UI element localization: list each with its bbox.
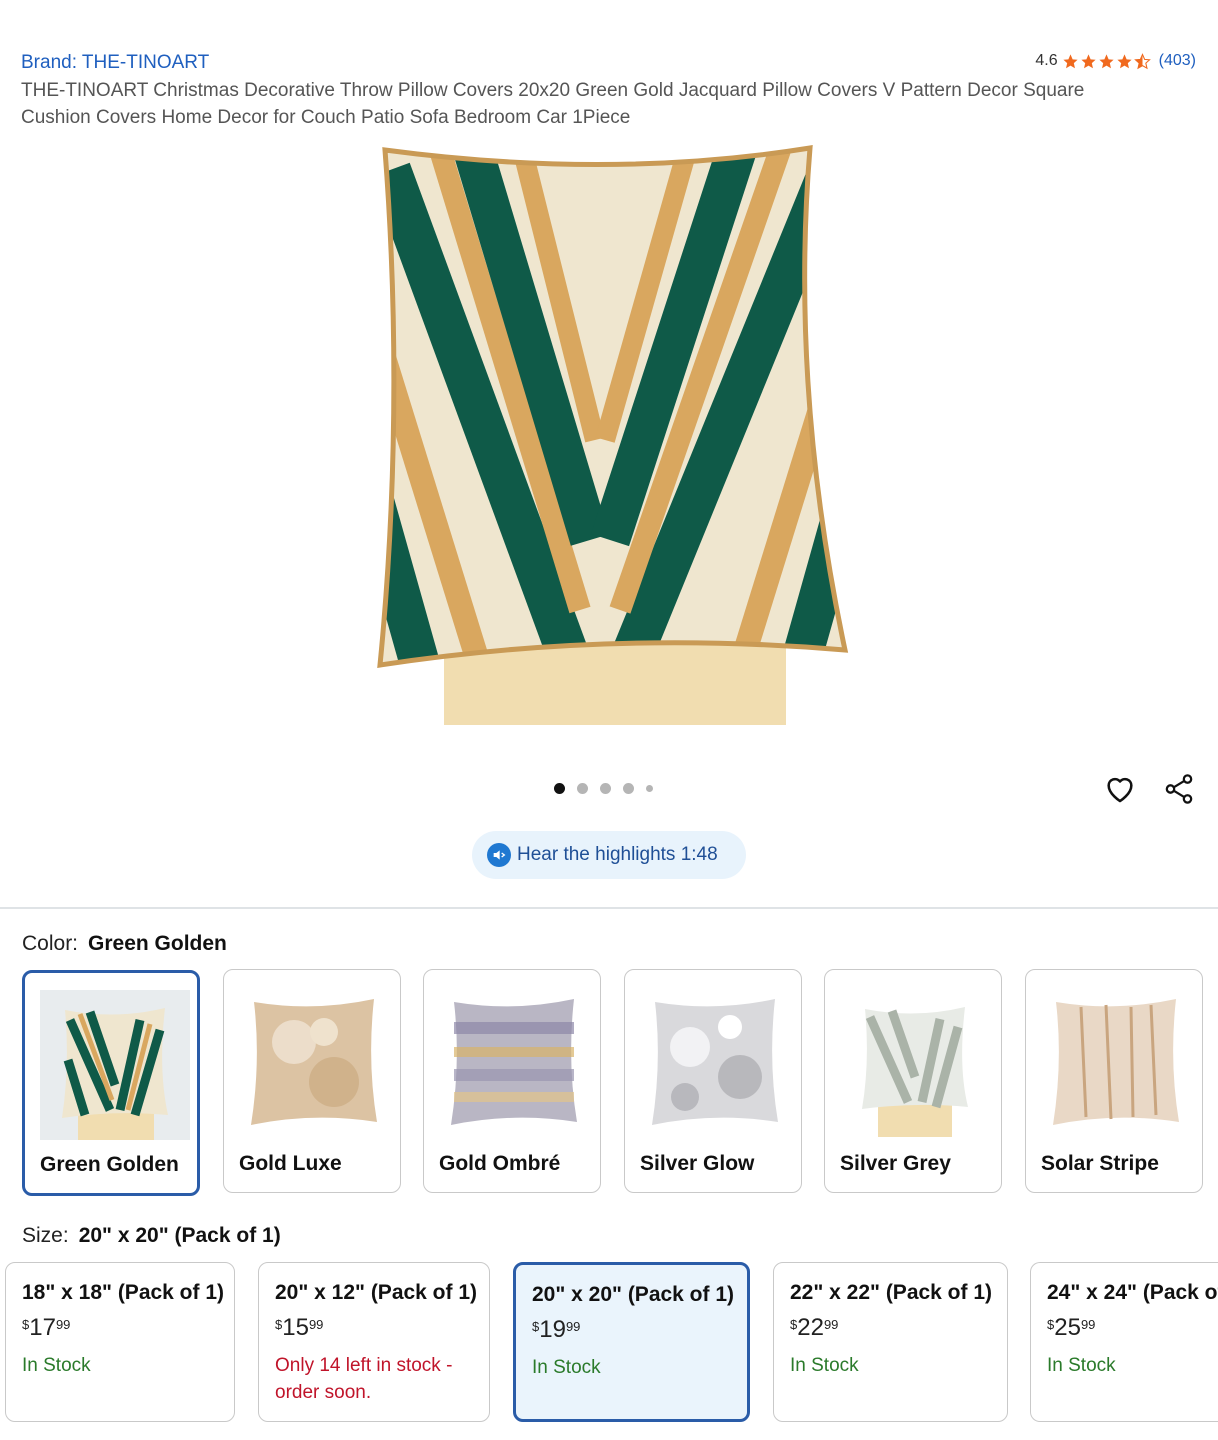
- stock-status: In Stock: [532, 1357, 601, 1378]
- rating-summary[interactable]: 4.6 (403): [1035, 52, 1196, 70]
- size-price: $1599: [275, 1314, 324, 1341]
- swatch-image: [652, 999, 778, 1125]
- hear-highlights-label: Hear the highlights 1:48: [517, 844, 718, 865]
- size-price: $1799: [22, 1314, 71, 1341]
- swatch-image: [862, 1007, 968, 1137]
- color-label: Color: Green Golden: [22, 932, 227, 955]
- half-star-icon: [1133, 52, 1151, 69]
- size-option-20x20[interactable]: 20" x 20" (Pack of 1) $1999 In Stock: [513, 1262, 750, 1422]
- swatch-image: [1053, 999, 1179, 1125]
- size-option-18x18[interactable]: 18" x 18" (Pack of 1) $1799 In Stock: [5, 1262, 235, 1422]
- size-name: 24" x 24" (Pack of 1): [1047, 1281, 1218, 1304]
- section-divider: [0, 907, 1218, 909]
- color-swatch-gold-ombre[interactable]: Gold Ombré: [423, 969, 601, 1193]
- stock-status: Only 14 left in stock - order soon.: [275, 1355, 453, 1403]
- color-swatch-silver-grey[interactable]: Silver Grey: [824, 969, 1002, 1193]
- size-name: 22" x 22" (Pack of 1): [790, 1281, 993, 1304]
- swatch-image: [451, 999, 577, 1125]
- share-button[interactable]: [1160, 770, 1198, 808]
- hear-highlights-button[interactable]: Hear the highlights 1:48: [472, 831, 746, 879]
- size-price: $1999: [532, 1316, 581, 1343]
- product-title: THE-TINOART Christmas Decorative Throw P…: [21, 80, 1085, 128]
- color-swatch-solar-stripe[interactable]: Solar Stripe: [1025, 969, 1203, 1193]
- stock-status: In Stock: [1047, 1355, 1116, 1376]
- size-price: $2599: [1047, 1314, 1096, 1341]
- stock-status: In Stock: [22, 1355, 91, 1376]
- carousel-dot[interactable]: [554, 783, 565, 794]
- rating-stars: [1062, 52, 1151, 70]
- swatch-label: Gold Ombré: [439, 1152, 561, 1175]
- carousel-dots[interactable]: [554, 783, 653, 794]
- color-swatch-gold-luxe[interactable]: Gold Luxe: [223, 969, 401, 1193]
- size-name: 18" x 18" (Pack of 1): [22, 1281, 225, 1304]
- size-name: 20" x 12" (Pack of 1): [275, 1281, 478, 1304]
- carousel-dot[interactable]: [577, 783, 588, 794]
- color-swatch-silver-glow[interactable]: Silver Glow: [624, 969, 802, 1193]
- size-label: Size: 20" x 20" (Pack of 1): [22, 1224, 281, 1247]
- size-price: $2299: [790, 1314, 839, 1341]
- swatch-label: Silver Glow: [640, 1152, 755, 1175]
- selected-color: Green Golden: [88, 932, 227, 955]
- review-count[interactable]: (403): [1159, 52, 1196, 70]
- stock-status: In Stock: [790, 1355, 859, 1376]
- heart-icon: [1107, 777, 1133, 803]
- carousel-dot[interactable]: [646, 785, 653, 792]
- star-icon: [1063, 53, 1078, 68]
- swatch-label: Solar Stripe: [1041, 1152, 1159, 1175]
- brand-link[interactable]: Brand: THE-TINOART: [21, 52, 209, 74]
- size-option-22x22[interactable]: 22" x 22" (Pack of 1) $2299 In Stock: [773, 1262, 1008, 1422]
- star-icon: [1117, 53, 1132, 68]
- carousel-dot[interactable]: [623, 783, 634, 794]
- star-icon: [1081, 53, 1096, 68]
- size-option-24x24[interactable]: 24" x 24" (Pack of 1) $2599 In Stock: [1030, 1262, 1218, 1422]
- color-swatch-green-golden[interactable]: Green Golden: [22, 970, 200, 1196]
- share-icon: [1165, 774, 1193, 804]
- speaker-icon: [487, 843, 511, 867]
- size-name: 20" x 20" (Pack of 1): [532, 1283, 735, 1306]
- size-option-20x12[interactable]: 20" x 12" (Pack of 1) $1599 Only 14 left…: [258, 1262, 490, 1422]
- swatch-label: Gold Luxe: [239, 1152, 342, 1175]
- rating-value: 4.6: [1035, 52, 1058, 69]
- swatch-image: [40, 990, 190, 1140]
- swatch-image: [251, 999, 377, 1125]
- product-image[interactable]: [370, 140, 850, 730]
- favorite-button[interactable]: [1101, 770, 1139, 808]
- carousel-dot[interactable]: [600, 783, 611, 794]
- swatch-label: Green Golden: [40, 1153, 179, 1176]
- swatch-label: Silver Grey: [840, 1152, 951, 1175]
- star-icon: [1099, 53, 1114, 68]
- selected-size: 20" x 20" (Pack of 1): [78, 1224, 281, 1247]
